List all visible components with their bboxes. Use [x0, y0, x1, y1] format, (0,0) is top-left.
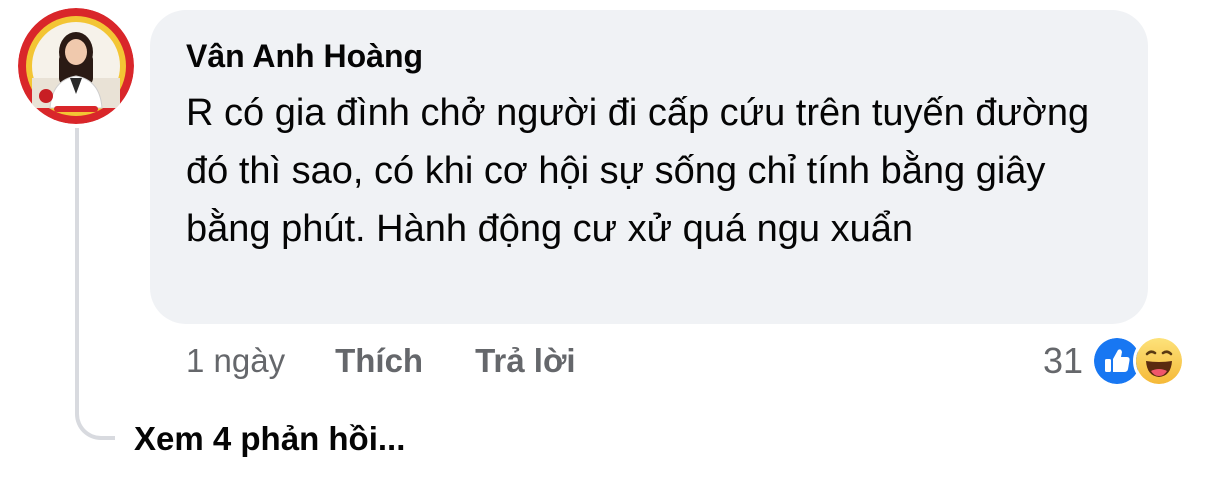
comment-bubble: Vân Anh Hoàng R có gia đình chở người đi…: [150, 10, 1148, 324]
avatar[interactable]: [18, 8, 134, 124]
like-button[interactable]: Thích: [335, 342, 423, 380]
reaction-count: 31: [1042, 340, 1083, 381]
reply-button[interactable]: Trả lời: [475, 342, 576, 380]
comment-author-name[interactable]: Vân Anh Hoàng: [186, 36, 1112, 76]
view-replies-link[interactable]: Xem 4 phản hồi...: [134, 420, 405, 458]
reaction-summary[interactable]: 31: [1042, 335, 1185, 387]
haha-icon: [1133, 335, 1185, 387]
comment-actions: 1 ngày Thích Trả lời: [186, 338, 628, 384]
comment-text: R có gia đình chở người đi cấp cứu trên …: [186, 92, 1090, 250]
avatar-image: [18, 8, 134, 124]
comment-timestamp[interactable]: 1 ngày: [186, 342, 285, 380]
reply-thread-line: [75, 128, 115, 440]
